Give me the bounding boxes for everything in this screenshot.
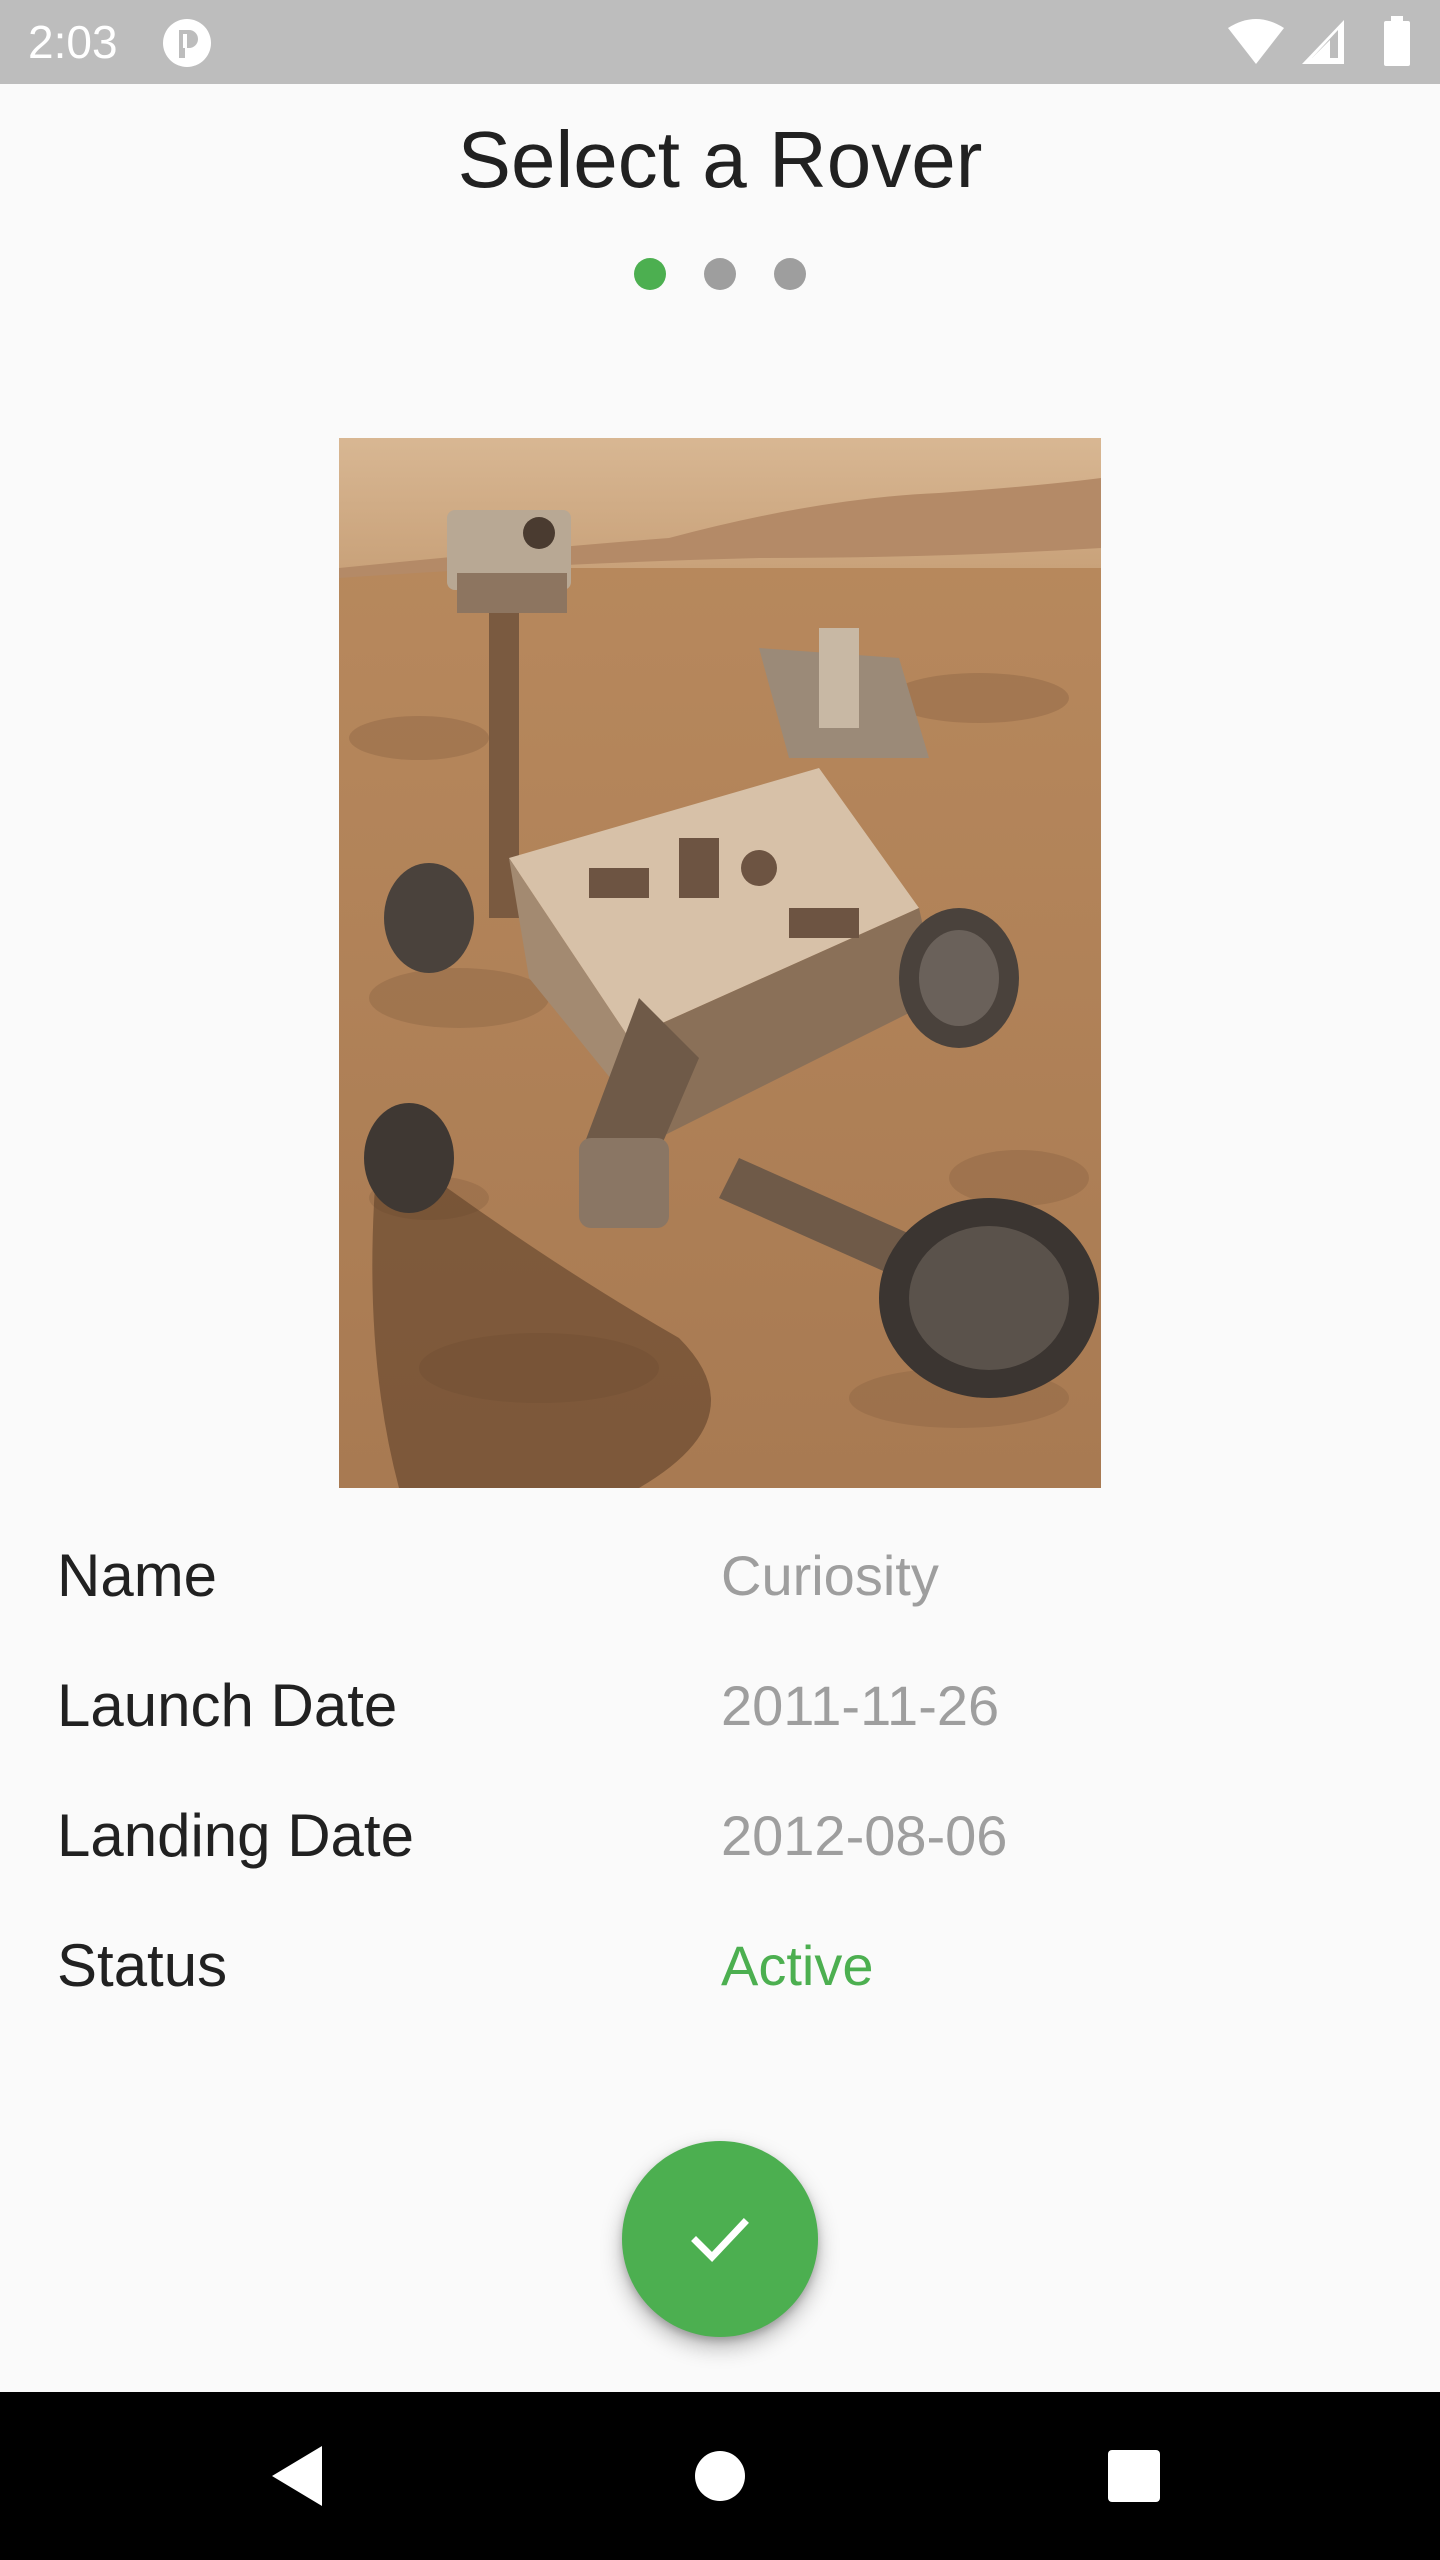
detail-row-launch-date: Launch Date 2011-11-26 [0,1660,1440,1790]
detail-row-landing-date: Landing Date 2012-08-06 [0,1790,1440,1920]
app-notification-icon [162,18,212,68]
navigation-bar [0,2392,1440,2560]
status-icons [1226,16,1416,68]
battery-icon [1384,16,1410,66]
status-time: 2:03 [28,16,118,68]
home-button[interactable] [670,2392,770,2560]
wifi-icon [1228,19,1284,64]
page-dot-3[interactable] [774,258,806,290]
check-icon [691,2218,749,2263]
page-dot-2[interactable] [704,258,736,290]
detail-row-name: Name Curiosity [0,1530,1440,1660]
landing-date-label: Landing Date [57,1802,414,1869]
status-bar: 2:03 [0,0,1440,84]
rover-details: Name Curiosity Launch Date 2011-11-26 La… [0,1530,1440,2050]
launch-date-label: Launch Date [57,1672,398,1739]
name-value: Curiosity [721,1544,939,1607]
home-icon [695,2451,745,2501]
name-label: Name [57,1542,218,1609]
launch-date-value: 2011-11-26 [721,1674,1000,1737]
rover-photo[interactable] [339,438,1101,1488]
recents-button[interactable] [1084,2392,1184,2560]
status-label: Status [57,1932,228,1999]
page-indicator [0,258,1440,290]
page-title: Select a Rover [457,115,983,204]
back-button[interactable] [250,2392,350,2560]
detail-row-status: Status Active [0,1920,1440,2050]
cell-signal-icon [1302,20,1344,64]
recents-icon [1108,2450,1160,2502]
page-dot-1[interactable] [634,258,666,290]
landing-date-value: 2012-08-06 [721,1804,1008,1867]
rover-photo-illustration [339,438,1101,1488]
status-value: Active [721,1934,874,1997]
back-icon [272,2446,322,2506]
confirm-rover-button[interactable] [622,2141,818,2337]
